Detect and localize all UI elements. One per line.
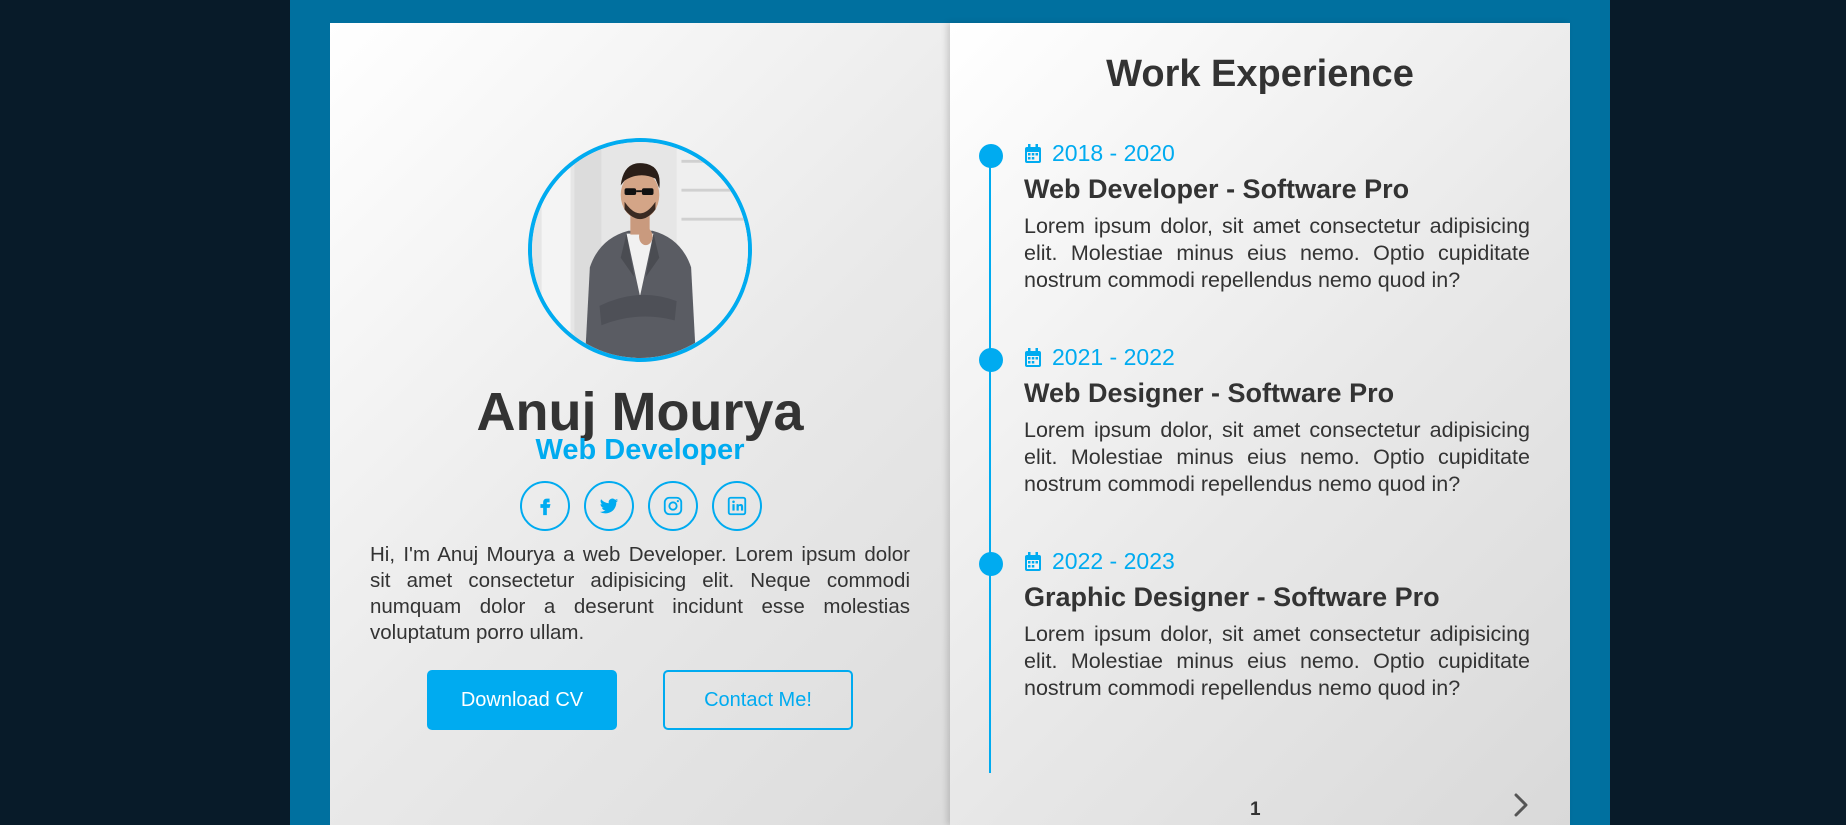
timeline-dot xyxy=(979,348,1003,372)
timeline-text: Lorem ipsum dolor, sit amet consectetur … xyxy=(1024,622,1530,700)
timeline-date: 2021 - 2022 xyxy=(1024,344,1175,371)
timeline-date: 2022 - 2023 xyxy=(1024,548,1175,575)
timeline-text: Lorem ipsum dolor, sit amet consectetur … xyxy=(1024,214,1530,292)
page-number: 1 xyxy=(1250,799,1261,820)
timeline-title: Web Developer - Software Pro xyxy=(1024,174,1410,204)
timeline-title: Web Designer - Software Pro xyxy=(1024,378,1395,408)
timeline-text: Lorem ipsum dolor, sit amet consectetur … xyxy=(1024,418,1530,496)
timeline-dot xyxy=(979,552,1003,576)
linkedin-link[interactable] xyxy=(712,481,762,531)
timeline-item: 2018 - 2020 Web Developer - Software Pro… xyxy=(950,138,1570,342)
profile-photo xyxy=(532,142,748,358)
next-page-button[interactable] xyxy=(1510,791,1532,819)
timeline-date: 2018 - 2020 xyxy=(1024,140,1175,167)
facebook-link[interactable] xyxy=(520,481,570,531)
download-cv-button[interactable]: Download CV xyxy=(427,670,617,730)
twitter-link[interactable] xyxy=(584,481,634,531)
timeline-date-text: 2022 - 2023 xyxy=(1052,548,1175,574)
calendar-icon xyxy=(1025,551,1041,571)
timeline-dot xyxy=(979,144,1003,168)
profile-page: Anuj Mourya Web Developer Hi, I'm Anuj M… xyxy=(330,23,950,825)
twitter-icon xyxy=(599,498,619,514)
chevron-right-icon xyxy=(1514,793,1528,817)
calendar-icon xyxy=(1025,143,1041,163)
timeline-date-text: 2021 - 2022 xyxy=(1052,344,1175,370)
timeline-date-text: 2018 - 2020 xyxy=(1052,140,1175,166)
section-title: Work Experience xyxy=(1106,53,1414,95)
instagram-icon xyxy=(663,496,683,516)
profile-bio: Hi, I'm Anuj Mourya a web Developer. Lor… xyxy=(370,543,910,644)
timeline-item: 2021 - 2022 Web Designer - Software Pro … xyxy=(950,342,1570,546)
experience-page: Work Experience 2018 - 2020 Web Develope… xyxy=(950,23,1570,825)
linkedin-icon xyxy=(727,496,747,516)
timeline-title: Graphic Designer - Software Pro xyxy=(1024,582,1440,612)
profile-role: Web Developer xyxy=(535,434,745,466)
avatar xyxy=(528,138,752,362)
calendar-icon xyxy=(1025,347,1041,367)
facebook-icon xyxy=(540,498,551,516)
social-links xyxy=(520,481,762,531)
timeline-item: 2022 - 2023 Graphic Designer - Software … xyxy=(950,546,1570,750)
instagram-link[interactable] xyxy=(648,481,698,531)
contact-me-button[interactable]: Contact Me! xyxy=(663,670,853,730)
